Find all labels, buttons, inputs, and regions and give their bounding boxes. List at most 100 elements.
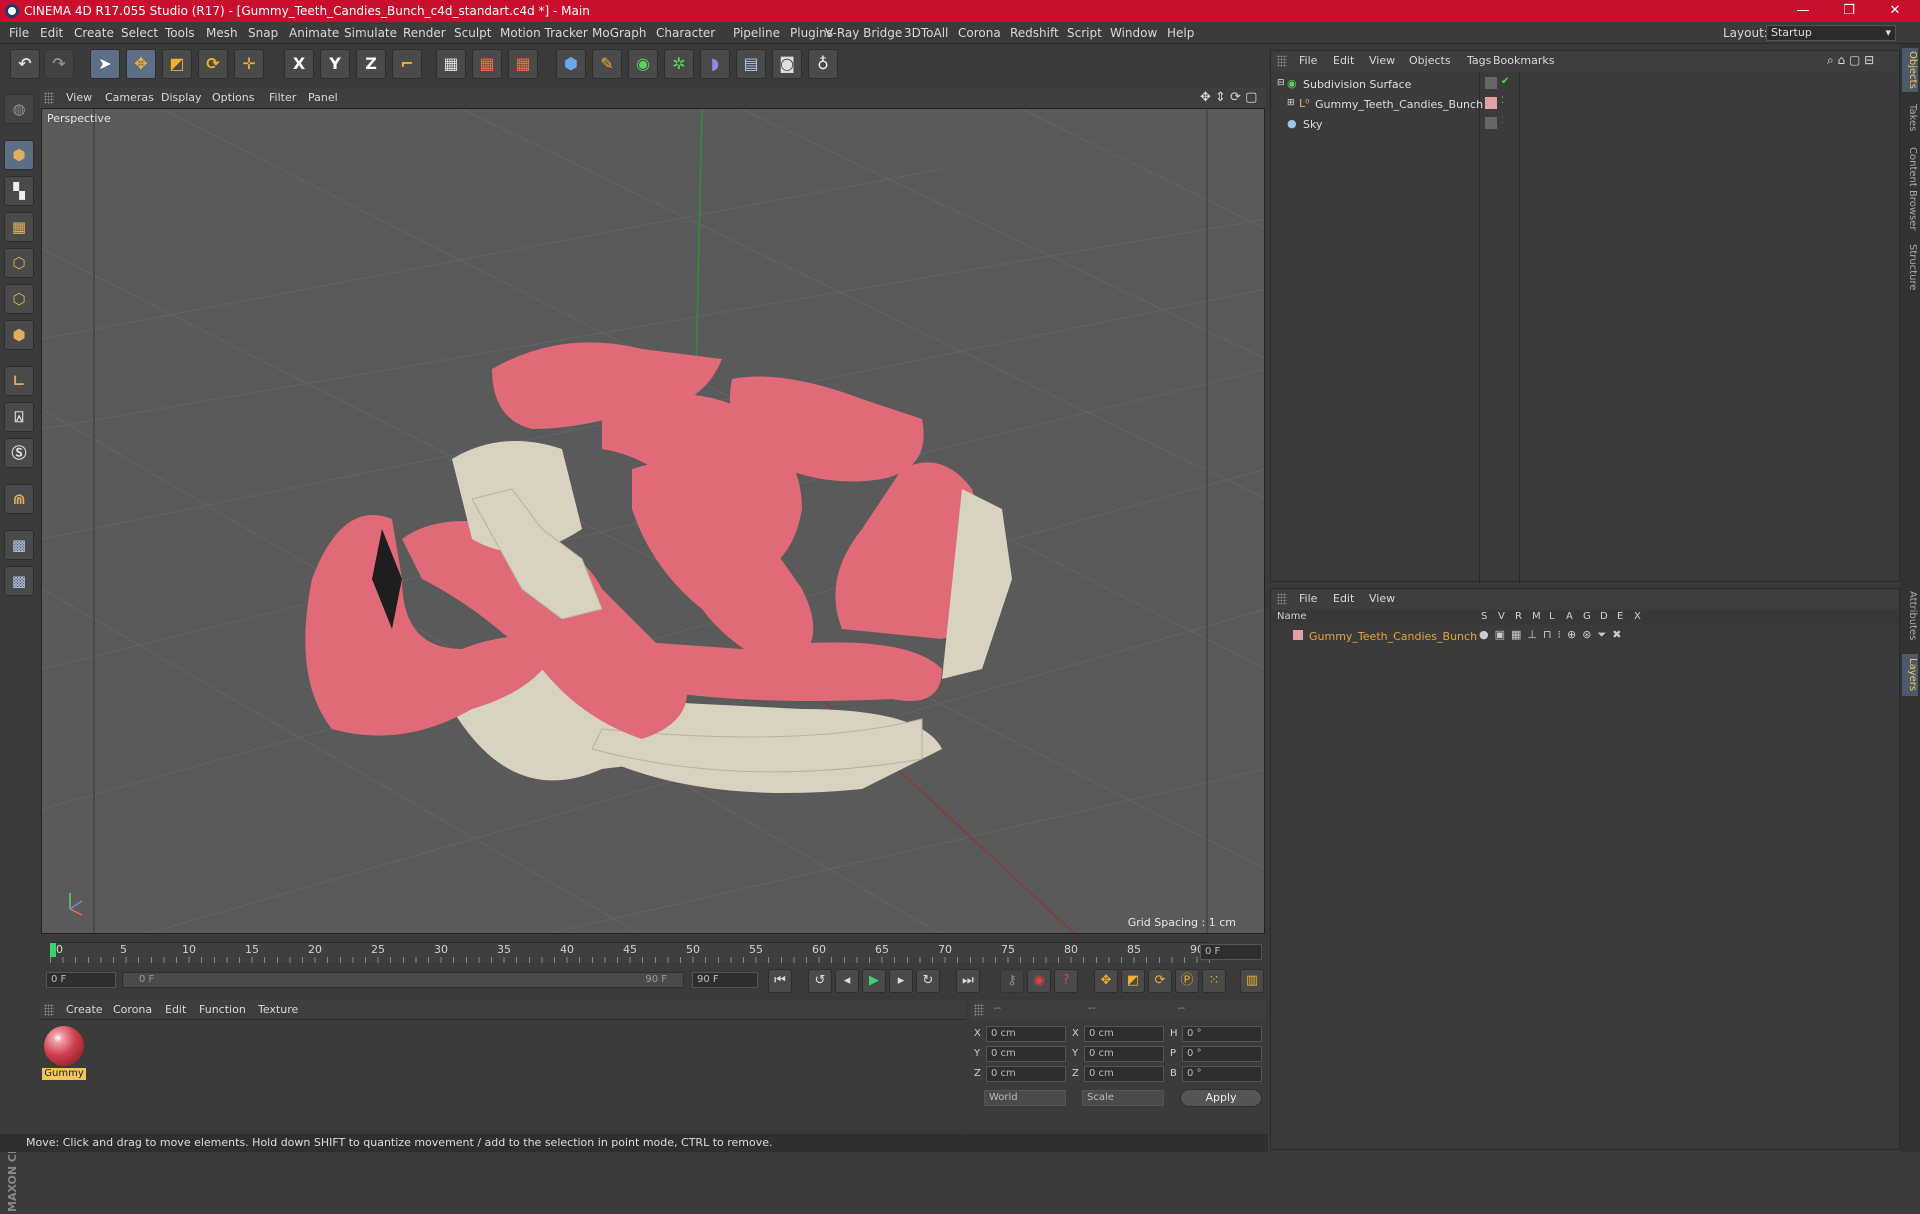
rotation-b-field[interactable]: 0 ° <box>1182 1066 1262 1082</box>
object-menu-view[interactable]: View <box>1369 54 1395 67</box>
previous-frame-button[interactable]: ◂ <box>835 969 859 993</box>
start-frame-field[interactable]: 0 F <box>46 972 116 988</box>
maximize-button[interactable]: ❐ <box>1826 0 1872 22</box>
points-mode-button[interactable]: ⬡ <box>4 248 34 278</box>
menu-create[interactable]: Create <box>74 26 114 40</box>
object-menu-bookmarks[interactable]: Bookmarks <box>1493 54 1554 67</box>
tab-content-browser[interactable]: Content Browser <box>1902 144 1918 234</box>
layer-row-gummy-teeth[interactable]: Gummy_Teeth_Candies_Bunch ●▣▦⊥⊓⁝⊕⊛⏷✖ <box>1273 627 1897 647</box>
snap-button[interactable]: ⋒ <box>4 484 34 514</box>
workplane-lock-button[interactable]: ▩ <box>4 530 34 560</box>
object-menu-file[interactable]: File <box>1299 54 1317 67</box>
key-scale-button[interactable]: ◩ <box>1121 969 1145 993</box>
layer-menu-edit[interactable]: Edit <box>1333 592 1354 605</box>
x-axis-button[interactable]: X <box>284 49 314 79</box>
tweak-mode-button[interactable]: ⍓ <box>4 402 34 432</box>
material-menu-edit[interactable]: Edit <box>165 1003 186 1016</box>
light-button[interactable]: ♁ <box>808 49 838 79</box>
transform-tool-button[interactable]: ✛ <box>234 49 264 79</box>
frame-range-slider[interactable]: 0 F 90 F <box>122 972 684 988</box>
expand-icon[interactable]: ⊞ <box>1287 98 1295 108</box>
viewport-menu-view[interactable]: View <box>66 91 92 104</box>
layer-menu-file[interactable]: File <box>1299 592 1317 605</box>
close-button[interactable]: ✕ <box>1872 0 1918 22</box>
object-row-gummy-teeth[interactable]: ⊞ L⁰ Gummy_Teeth_Candies_Bunch ⁚ <box>1273 95 1897 115</box>
viewport-menu-filter[interactable]: Filter <box>269 91 296 104</box>
tab-objects[interactable]: Objects <box>1902 48 1918 92</box>
end-frame-field[interactable]: 90 F <box>692 972 758 988</box>
key-parameter-button[interactable]: Ⓟ <box>1175 969 1199 993</box>
menu-vray-bridge[interactable]: V-Ray Bridge <box>825 26 902 40</box>
menu-help[interactable]: Help <box>1167 26 1194 40</box>
menu-corona[interactable]: Corona <box>958 26 1001 40</box>
menu-render[interactable]: Render <box>403 26 446 40</box>
rotation-h-field[interactable]: 0 ° <box>1182 1026 1262 1042</box>
minimize-button[interactable]: — <box>1780 0 1826 22</box>
tab-attributes[interactable]: Attributes <box>1902 588 1918 644</box>
layer-menu-view[interactable]: View <box>1369 592 1395 605</box>
size-z-field[interactable]: 0 cm <box>1084 1066 1164 1082</box>
material-menu-create[interactable]: Create <box>66 1003 103 1016</box>
autokey-button[interactable]: ◉ <box>1027 969 1051 993</box>
tab-layers[interactable]: Layers <box>1902 654 1918 696</box>
pen-spline-button[interactable]: ✎ <box>592 49 622 79</box>
render-view-button[interactable]: ▦ <box>436 49 466 79</box>
menu-snap[interactable]: Snap <box>248 26 278 40</box>
menu-redshift[interactable]: Redshift <box>1010 26 1059 40</box>
layer-name[interactable]: Gummy_Teeth_Candies_Bunch <box>1309 630 1477 643</box>
texture-mode-button[interactable]: ▚ <box>4 176 34 206</box>
camera-button[interactable]: ◙ <box>772 49 802 79</box>
position-z-field[interactable]: 0 cm <box>986 1066 1066 1082</box>
timeline-track[interactable]: 0 5 10 15 20 25 30 35 40 45 50 55 60 65 … <box>50 942 1210 963</box>
cube-button[interactable]: ⬢ <box>556 49 586 79</box>
make-editable-button[interactable]: ◍ <box>4 94 34 124</box>
menu-edit[interactable]: Edit <box>40 26 63 40</box>
menu-window[interactable]: Window <box>1110 26 1157 40</box>
tab-takes[interactable]: Takes <box>1902 100 1918 136</box>
move-tool-button[interactable]: ✥ <box>126 49 156 79</box>
menu-motion-tracker[interactable]: Motion Tracker <box>500 26 588 40</box>
viewport-menu-panel[interactable]: Panel <box>308 91 338 104</box>
menu-mograph[interactable]: MoGraph <box>592 26 647 40</box>
object-menu-objects[interactable]: Objects <box>1409 54 1451 67</box>
y-axis-button[interactable]: Y <box>320 49 350 79</box>
material-menu-corona[interactable]: Corona <box>113 1003 152 1016</box>
next-key-button[interactable]: ↻ <box>916 969 940 993</box>
menu-select[interactable]: Select <box>121 26 158 40</box>
live-selection-button[interactable]: ➤ <box>90 49 120 79</box>
render-settings-button[interactable]: ▦ <box>508 49 538 79</box>
size-y-field[interactable]: 0 cm <box>1084 1046 1164 1062</box>
material-swatch-gummy[interactable]: Gummy <box>42 1024 86 1080</box>
size-x-field[interactable]: 0 cm <box>1084 1026 1164 1042</box>
redo-button[interactable]: ↷ <box>44 49 74 79</box>
viewport-menu-display[interactable]: Display <box>161 91 202 104</box>
menu-simulate[interactable]: Simulate <box>344 26 397 40</box>
go-to-start-button[interactable]: ⏮ <box>768 969 792 993</box>
object-menu-tags[interactable]: Tags <box>1467 54 1491 67</box>
floor-button[interactable]: ▤ <box>736 49 766 79</box>
key-rotation-button[interactable]: ⟳ <box>1148 969 1172 993</box>
deformer-button[interactable]: ◗ <box>700 49 730 79</box>
next-frame-button[interactable]: ▸ <box>889 969 913 993</box>
position-y-field[interactable]: 0 cm <box>986 1046 1066 1062</box>
object-row-sky[interactable]: ● Sky ⁚ <box>1273 115 1897 135</box>
rotation-p-field[interactable]: 0 ° <box>1182 1046 1262 1062</box>
workplane-snap-button[interactable]: ▩ <box>4 566 34 596</box>
menu-tools[interactable]: Tools <box>165 26 195 40</box>
coordinate-mode-dropdown[interactable]: World <box>984 1090 1066 1106</box>
coordinate-system-button[interactable]: ⌐ <box>392 49 422 79</box>
size-mode-dropdown[interactable]: Scale <box>1082 1090 1164 1106</box>
play-button[interactable]: ▶ <box>862 969 886 993</box>
workplane-mode-button[interactable]: ▦ <box>4 212 34 242</box>
edges-mode-button[interactable]: ⬡ <box>4 284 34 314</box>
menu-file[interactable]: File <box>9 26 29 40</box>
go-to-end-button[interactable]: ⏭ <box>956 969 980 993</box>
rotate-tool-button[interactable]: ⟳ <box>198 49 228 79</box>
layer-flag-icons[interactable]: ●▣▦⊥⊓⁝⊕⊛⏷✖ <box>1479 628 1628 642</box>
viewport-nav-icons[interactable]: ✥ ⇕ ⟳ ▢ <box>1200 90 1257 105</box>
keyframe-selection-button[interactable]: ? <box>1054 969 1078 993</box>
model-mode-button[interactable]: ⬢ <box>4 140 34 170</box>
current-frame-field[interactable]: 0 F <box>1200 944 1262 960</box>
scale-tool-button[interactable]: ◩ <box>162 49 192 79</box>
z-axis-button[interactable]: Z <box>356 49 386 79</box>
